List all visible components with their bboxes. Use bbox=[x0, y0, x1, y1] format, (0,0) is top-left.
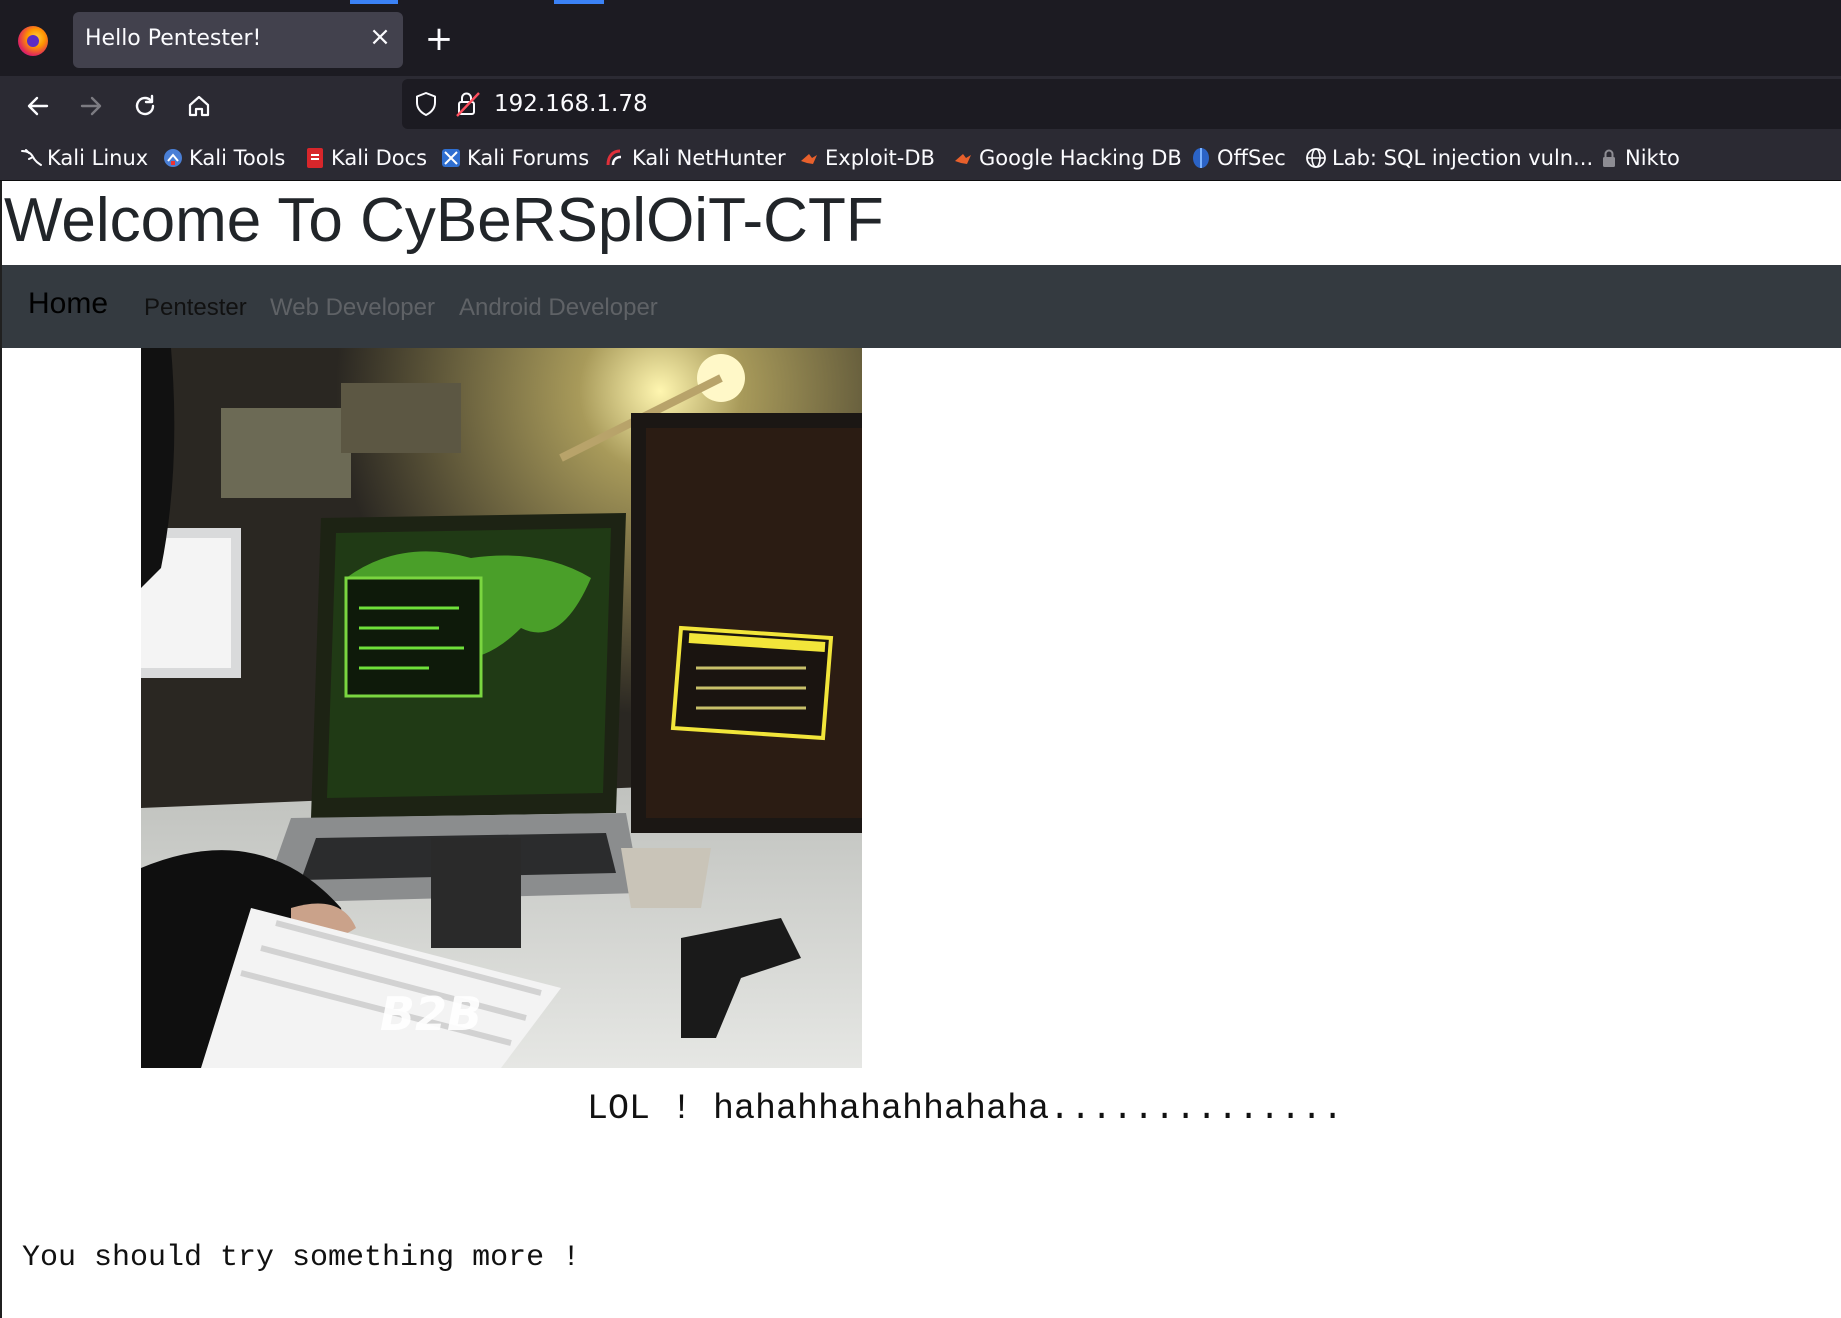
exploit-db-icon bbox=[798, 147, 820, 169]
firefox-logo-icon[interactable] bbox=[18, 26, 48, 56]
hacker-desk-image: B2B bbox=[141, 348, 862, 1068]
lock-icon bbox=[1598, 147, 1620, 169]
navbar-brand-home[interactable]: Home bbox=[28, 287, 108, 321]
bookmark-exploit-db[interactable]: Exploit-DB bbox=[798, 145, 935, 171]
tab-strip-accent bbox=[554, 0, 604, 4]
address-bar[interactable]: 192.168.1.78 bbox=[402, 79, 1841, 129]
bookmark-label: Kali NetHunter bbox=[632, 146, 786, 170]
bookmark-label: Kali Tools bbox=[189, 146, 286, 170]
bookmark-label: Google Hacking DB bbox=[979, 146, 1182, 170]
nethunter-icon bbox=[605, 147, 627, 169]
bookmark-label: Kali Forums bbox=[467, 146, 590, 170]
back-arrow-icon[interactable] bbox=[20, 88, 56, 124]
bookmark-label: Exploit-DB bbox=[825, 146, 935, 170]
kali-dragon-icon bbox=[20, 147, 42, 169]
bookmark-label: Kali Docs bbox=[331, 146, 428, 170]
home-icon[interactable] bbox=[181, 88, 217, 124]
new-tab-icon[interactable]: + bbox=[422, 22, 456, 56]
offsec-icon bbox=[1190, 147, 1212, 169]
nav-link-web-developer[interactable]: Web Developer bbox=[270, 294, 435, 322]
url-text[interactable]: 192.168.1.78 bbox=[494, 91, 648, 117]
hero-watermark: B2B bbox=[380, 987, 482, 1041]
bookmark-kali-forums[interactable]: Kali Forums bbox=[440, 145, 589, 171]
close-tab-icon[interactable]: × bbox=[367, 24, 393, 50]
globe-icon bbox=[1305, 147, 1327, 169]
insecure-lock-icon[interactable] bbox=[455, 90, 481, 122]
kali-docs-icon bbox=[304, 147, 326, 169]
tab-title: Hello Pentester! bbox=[85, 26, 262, 51]
bookmark-kali-nethunter[interactable]: Kali NetHunter bbox=[605, 145, 786, 171]
kali-tools-icon bbox=[162, 147, 184, 169]
bookmark-google-hacking-db[interactable]: Google Hacking DB bbox=[952, 145, 1182, 171]
bookmark-kali-tools[interactable]: Kali Tools bbox=[162, 145, 285, 171]
bookmark-sql-injection-lab[interactable]: Lab: SQL injection vuln... bbox=[1305, 145, 1593, 171]
bookmark-label: Kali Linux bbox=[47, 146, 149, 170]
bookmarks-toolbar: Kali Linux Kali Tools Kali Docs Kali For… bbox=[0, 135, 1841, 181]
bookmark-kali-linux[interactable]: Kali Linux bbox=[20, 145, 148, 171]
navigation-toolbar: 192.168.1.78 bbox=[0, 76, 1841, 135]
site-navbar: Home Pentester Web Developer Android Dev… bbox=[2, 265, 1841, 348]
ghdb-icon bbox=[952, 147, 974, 169]
bookmark-label: Lab: SQL injection vuln... bbox=[1332, 146, 1594, 170]
bookmark-label: Nikto bbox=[1625, 146, 1680, 170]
nav-link-android-developer[interactable]: Android Developer bbox=[459, 294, 658, 322]
bookmark-nikto[interactable]: Nikto bbox=[1598, 145, 1680, 171]
bookmark-offsec[interactable]: OffSec bbox=[1190, 145, 1286, 171]
bookmark-kali-docs[interactable]: Kali Docs bbox=[304, 145, 427, 171]
taunt-message: LOL ! hahahhahahhahaha.............. bbox=[587, 1089, 1344, 1129]
shield-icon[interactable] bbox=[414, 91, 438, 121]
tab-strip: Hello Pentester! × + bbox=[0, 0, 1841, 76]
bookmark-label: OffSec bbox=[1217, 146, 1286, 170]
kali-forums-icon bbox=[440, 147, 462, 169]
page-viewport: Welcome To CyBeRSplOiT-CTF Home Penteste… bbox=[0, 181, 1841, 1318]
forward-arrow-icon[interactable] bbox=[73, 88, 109, 124]
page-title: Welcome To CyBeRSplOiT-CTF bbox=[4, 186, 884, 255]
tab-active[interactable]: Hello Pentester! × bbox=[73, 12, 403, 68]
nav-link-pentester[interactable]: Pentester bbox=[144, 294, 247, 322]
hint-message: You should try something more ! bbox=[22, 1241, 581, 1275]
reload-icon[interactable] bbox=[127, 88, 163, 124]
tab-strip-accent bbox=[350, 0, 398, 4]
